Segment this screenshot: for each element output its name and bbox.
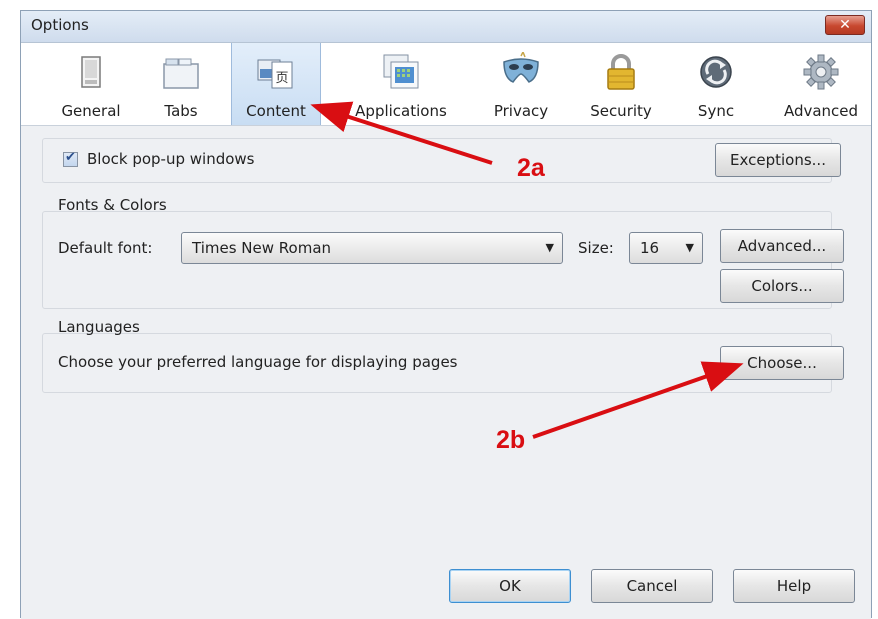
annotation-arrow-2b [532, 361, 744, 439]
annotation-arrows [310, 101, 744, 439]
annotation-2a: 2a [517, 154, 545, 182]
annotation-2b: 2b [496, 426, 526, 454]
annotation-arrow-2a [310, 101, 493, 165]
